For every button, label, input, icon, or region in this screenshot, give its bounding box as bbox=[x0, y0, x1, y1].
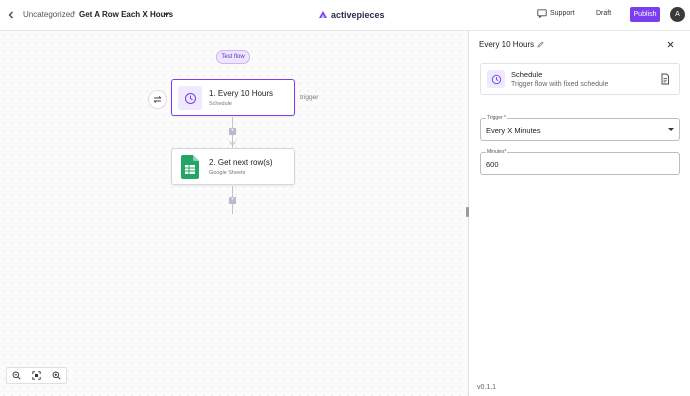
step-settings-panel: Every 10 Hours Schedule Trigger flow wit… bbox=[469, 31, 690, 396]
swap-trigger-button[interactable] bbox=[148, 90, 167, 109]
breadcrumb-separator: / bbox=[73, 10, 76, 19]
minutes-field-value: 600 bbox=[486, 160, 499, 169]
flow-canvas[interactable]: Test flow 1. Every 10 Hours Schedule tri… bbox=[0, 31, 468, 396]
version-label: v0.1.1 bbox=[477, 384, 497, 391]
publish-button[interactable]: Publish bbox=[630, 7, 660, 22]
fit-view-icon[interactable] bbox=[30, 370, 42, 382]
test-flow-button[interactable]: Test flow bbox=[216, 50, 250, 64]
back-arrow-icon[interactable] bbox=[5, 9, 17, 21]
top-bar: Uncategorized / Get A Row Each X Hours a… bbox=[0, 0, 690, 31]
swap-icon bbox=[153, 96, 162, 103]
step-title: 2. Get next row(s) bbox=[209, 158, 273, 167]
step-card-trigger[interactable]: 1. Every 10 Hours Schedule bbox=[171, 79, 295, 116]
clock-icon bbox=[487, 70, 505, 88]
trigger-select[interactable]: Trigger * Every X Minutes bbox=[480, 115, 680, 141]
support-label: Support bbox=[550, 10, 575, 17]
document-icon[interactable] bbox=[659, 73, 671, 85]
logo: activepieces bbox=[318, 9, 385, 21]
avatar[interactable]: A bbox=[670, 7, 685, 22]
minutes-field-label: Minutes* bbox=[486, 149, 508, 156]
add-step-button[interactable]: + bbox=[229, 128, 236, 135]
clock-icon bbox=[178, 86, 202, 110]
pencil-icon[interactable] bbox=[537, 41, 544, 48]
chat-icon bbox=[537, 9, 547, 18]
piece-info-card: Schedule Trigger flow with fixed schedul… bbox=[480, 63, 680, 95]
step-subtitle: Schedule bbox=[209, 101, 232, 107]
step-subtitle: Google Sheets bbox=[209, 170, 246, 176]
breadcrumb-folder[interactable]: Uncategorized bbox=[23, 10, 75, 19]
close-icon[interactable] bbox=[666, 40, 675, 49]
zoom-out-icon[interactable] bbox=[11, 370, 23, 382]
step-card-action[interactable]: 2. Get next row(s) Google Sheets bbox=[171, 148, 295, 185]
add-step-button[interactable]: + bbox=[229, 197, 236, 204]
piece-name: Schedule bbox=[511, 70, 543, 79]
arrow-down-icon bbox=[229, 141, 236, 146]
activepieces-logo-icon bbox=[319, 11, 327, 18]
chevron-down-icon[interactable] bbox=[162, 9, 171, 18]
zoom-controls bbox=[6, 367, 67, 384]
zoom-in-icon[interactable] bbox=[50, 370, 62, 382]
piece-description: Trigger flow with fixed schedule bbox=[511, 81, 609, 88]
caret-down-icon bbox=[668, 128, 674, 131]
status-badge: Draft bbox=[596, 10, 612, 17]
support-button[interactable]: Support bbox=[537, 9, 575, 18]
panel-title-text[interactable]: Every 10 Hours bbox=[479, 40, 534, 49]
panel-title: Every 10 Hours bbox=[479, 40, 544, 49]
trigger-select-value: Every X Minutes bbox=[486, 126, 541, 135]
google-sheets-icon bbox=[178, 155, 202, 179]
logo-text: activepieces bbox=[331, 10, 385, 20]
minutes-field[interactable]: Minutes* 600 bbox=[480, 149, 680, 175]
trigger-select-label: Trigger * bbox=[486, 115, 507, 122]
trigger-tag: trigger bbox=[300, 94, 319, 101]
flow-name[interactable]: Get A Row Each X Hours bbox=[79, 10, 173, 19]
step-title: 1. Every 10 Hours bbox=[209, 89, 274, 98]
